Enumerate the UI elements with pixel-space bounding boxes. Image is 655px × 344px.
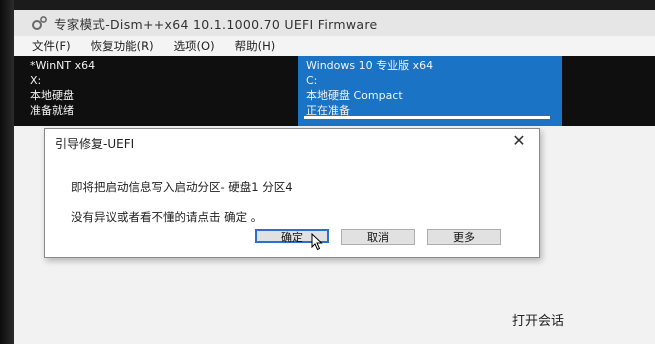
menu-options[interactable]: 选项(O) (174, 38, 215, 54)
session-type: 本地硬盘 Compact (306, 89, 403, 102)
ok-button[interactable]: 确定 (255, 229, 329, 251)
app-gear-icon (32, 16, 47, 30)
mouse-pointer-icon (311, 233, 323, 251)
more-button-label: 更多 (453, 231, 475, 244)
dialog-message-line1: 即将把启动信息写入启动分区- 硬盘1 分区4 (71, 180, 293, 194)
monitor-bezel-top (0, 0, 655, 10)
dialog-message-line2: 没有异议或者看不懂的请点击 确定 。 (71, 210, 263, 224)
more-button[interactable]: 更多 (427, 229, 501, 245)
window-titlebar: 专家模式-Dism++x64 10.1.1000.70 UEFI Firmwar… (14, 10, 655, 36)
window-title: 专家模式-Dism++x64 10.1.1000.70 UEFI Firmwar… (54, 16, 378, 32)
monitor-bezel-left (0, 0, 14, 344)
session-item-windows10[interactable]: Windows 10 专业版 x64 C: 本地硬盘 Compact 正在准备 (298, 56, 562, 126)
session-drive: X: (30, 74, 42, 87)
dialog-title: 引导修复-UEFI (55, 137, 135, 151)
close-icon[interactable]: ✕ (509, 131, 529, 151)
session-name: *WinNT x64 (30, 59, 96, 72)
open-session-link[interactable]: 打开会话 (512, 310, 564, 329)
boot-repair-dialog: 引导修复-UEFI ✕ 即将把启动信息写入启动分区- 硬盘1 分区4 没有异议或… (44, 128, 540, 258)
ok-button-label: 确定 (281, 231, 303, 244)
session-list: *WinNT x64 X: 本地硬盘 准备就绪 Windows 10 专业版 x… (14, 56, 655, 126)
cancel-button-label: 取消 (367, 231, 389, 244)
cancel-button[interactable]: 取消 (341, 229, 415, 245)
session-name: Windows 10 专业版 x64 (306, 59, 434, 72)
dialog-button-row: 确定 取消 更多 (255, 229, 501, 251)
session-status: 准备就绪 (30, 104, 74, 117)
monitor-screen: 专家模式-Dism++x64 10.1.1000.70 UEFI Firmwar… (0, 0, 655, 344)
session-type: 本地硬盘 (30, 89, 74, 102)
menu-help[interactable]: 帮助(H) (235, 38, 276, 54)
session-progress-bar (304, 116, 550, 119)
session-item-winnt[interactable]: *WinNT x64 X: 本地硬盘 准备就绪 (14, 56, 284, 126)
menu-bar: 文件(F) 恢复功能(R) 选项(O) 帮助(H) (14, 36, 655, 56)
menu-restore[interactable]: 恢复功能(R) (91, 38, 154, 54)
session-drive: C: (306, 74, 318, 87)
menu-file[interactable]: 文件(F) (32, 38, 71, 54)
